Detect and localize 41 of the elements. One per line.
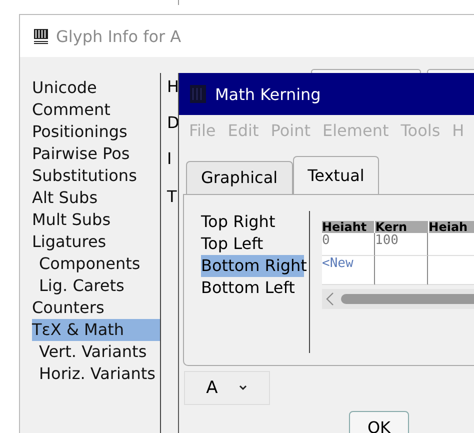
window-title: Math Kerning xyxy=(215,84,321,104)
list-item[interactable]: Bottom Right xyxy=(201,255,304,277)
field-label: I xyxy=(167,149,172,168)
sidebar-item[interactable]: Ligatures xyxy=(32,231,160,253)
column-header: Kern xyxy=(375,221,429,233)
sidebar-item[interactable]: Mult Subs xyxy=(32,209,160,231)
app-icon xyxy=(32,27,50,45)
field-label: D xyxy=(167,113,180,132)
sidebar-item[interactable]: Lig. Carets xyxy=(32,275,160,297)
sidebar-item[interactable]: Unicode xyxy=(32,77,160,99)
sidebar-item[interactable]: Positionings xyxy=(32,121,160,143)
sidebar-item[interactable]: Counters xyxy=(32,297,160,319)
scroll-bar[interactable] xyxy=(322,289,474,309)
sidebar-item[interactable]: Vert. Variants xyxy=(32,341,160,363)
column-header: Heiah xyxy=(428,221,474,233)
window-title: Glyph Info for A xyxy=(56,26,182,46)
list-item[interactable]: Top Left xyxy=(201,233,304,255)
ok-button[interactable]: OK xyxy=(349,411,409,433)
field-label: T xyxy=(167,187,177,206)
sidebar-item[interactable]: Substitutions xyxy=(32,165,160,187)
sidebar-item[interactable]: Comment xyxy=(32,99,160,121)
field-label: H xyxy=(167,77,180,96)
sidebar-item[interactable]: Pairwise Pos xyxy=(32,143,160,165)
sidebar-item[interactable]: Horiz. Variants xyxy=(32,363,160,385)
column-header: Heiaht xyxy=(322,221,376,233)
sidebar-item[interactable]: Alt Subs xyxy=(32,187,160,209)
list-item[interactable]: Bottom Left xyxy=(201,277,304,299)
glyph-dropdown[interactable]: A xyxy=(184,371,270,405)
sidebar-item[interactable]: Components xyxy=(32,253,160,275)
tab[interactable]: Textual xyxy=(292,156,380,194)
table-cell: 100 xyxy=(375,233,428,256)
scroll-left-icon[interactable] xyxy=(325,292,335,306)
app-icon xyxy=(189,84,207,104)
tab[interactable]: Graphical xyxy=(186,161,293,194)
caret-icon xyxy=(238,384,248,392)
table-cell: <New xyxy=(322,256,375,285)
sidebar-item[interactable]: TεX & Math xyxy=(32,319,160,341)
list-item[interactable]: Top Right xyxy=(201,211,304,233)
scroll-thumb[interactable] xyxy=(341,294,474,304)
table-cell: 0 xyxy=(322,233,375,256)
table-cell xyxy=(375,256,428,285)
